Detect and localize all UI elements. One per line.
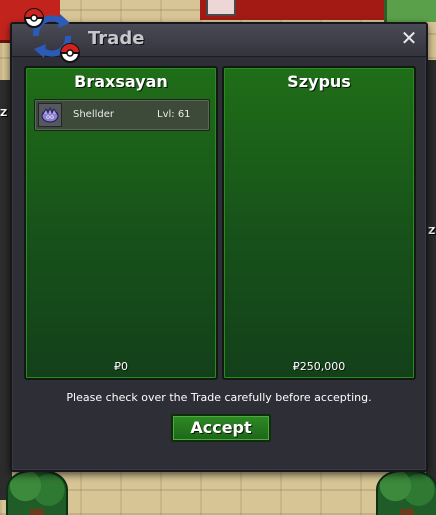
sleep-icon: Z [0, 108, 8, 119]
trade-window: Trade ✕ Braxsayan Shellder Lvl: 61 ₽0 Sz… [10, 8, 428, 472]
trade-logo-icon [24, 8, 80, 63]
trade-notice: Please check over the Trade carefully be… [66, 391, 372, 404]
trader-name: Braxsayan [74, 72, 168, 91]
window-title: Trade [88, 28, 145, 49]
item-level: Lvl: 61 [157, 109, 191, 120]
grass-tile [384, 0, 436, 22]
trader-money: ₽250,000 [292, 360, 346, 373]
accept-button[interactable]: Accept [171, 414, 271, 442]
tree-sprite [6, 470, 68, 515]
trader-money: ₽0 [114, 360, 128, 373]
shellder-icon [38, 103, 62, 127]
tree-sprite [376, 470, 436, 515]
npc-sprite [206, 0, 236, 16]
trader-panel-left: Braxsayan Shellder Lvl: 61 ₽0 [24, 66, 218, 380]
trader-name: Szypus [287, 72, 351, 91]
trade-item[interactable]: Shellder Lvl: 61 [34, 99, 210, 131]
trade-panels: Braxsayan Shellder Lvl: 61 ₽0 Szypus ₽25… [24, 66, 418, 382]
trader-panel-right: Szypus ₽250,000 [222, 66, 416, 380]
item-name: Shellder [73, 109, 115, 120]
sleep-icon: Z [428, 226, 436, 237]
close-icon[interactable]: ✕ [398, 27, 420, 49]
